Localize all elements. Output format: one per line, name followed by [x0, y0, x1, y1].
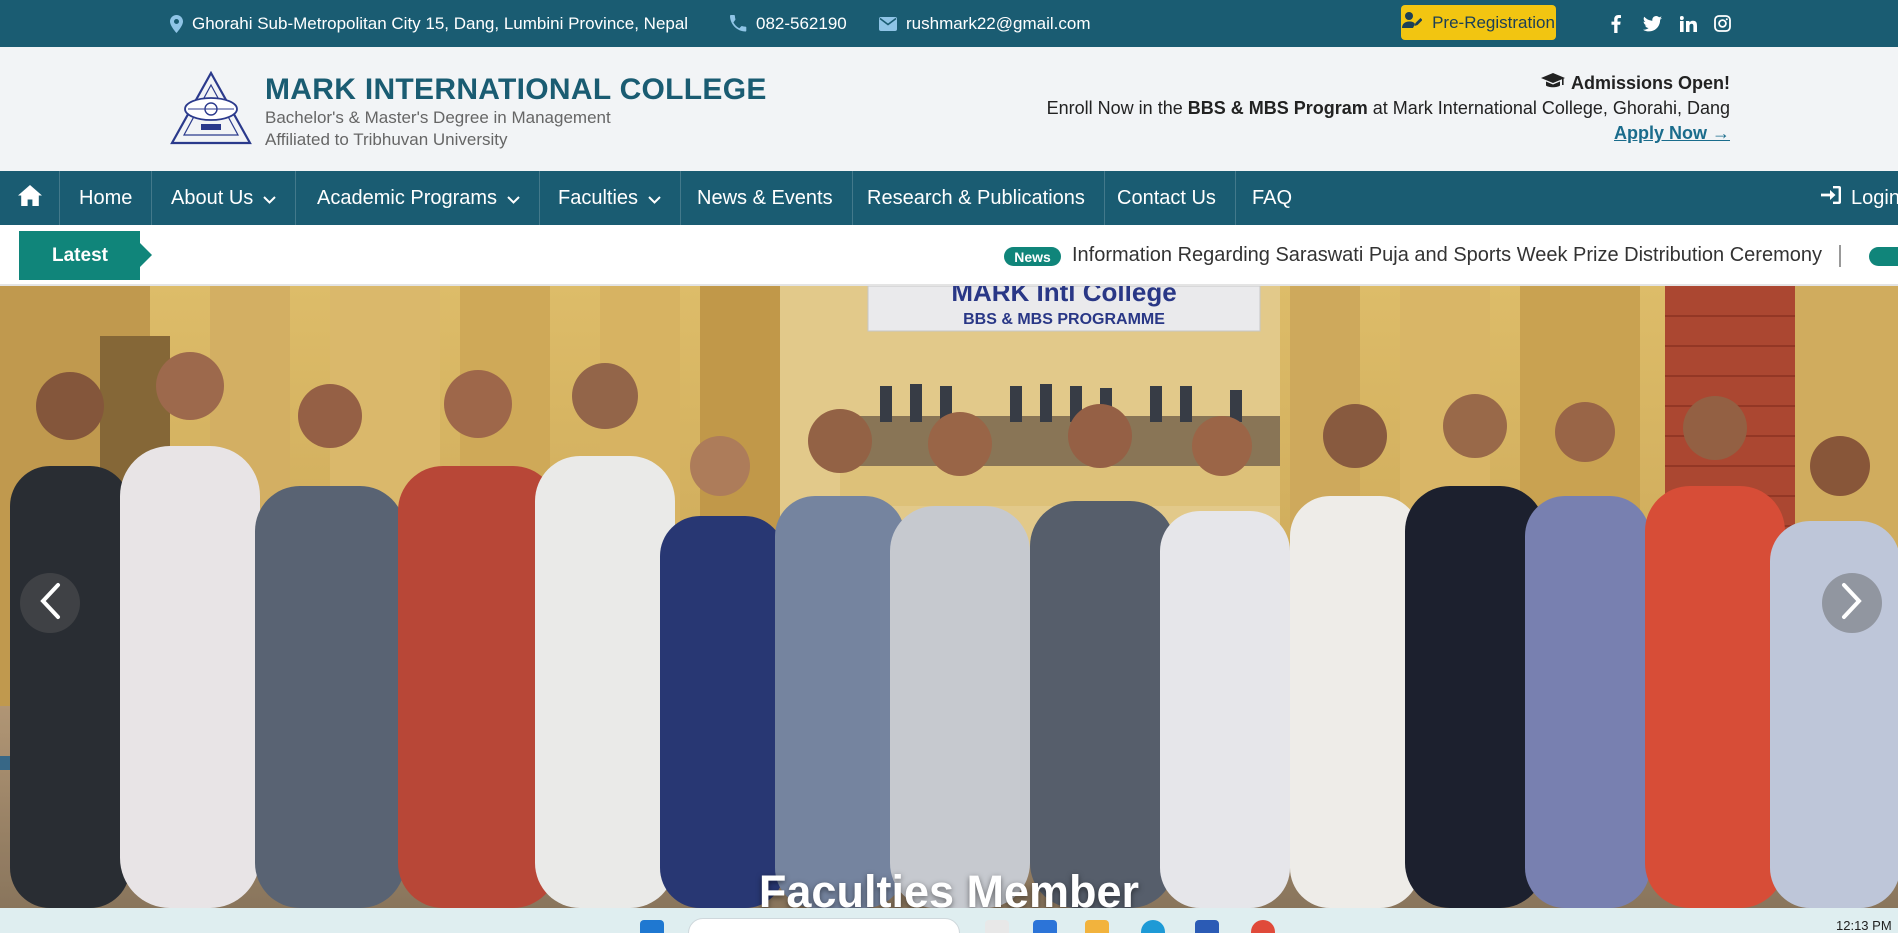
nav-item-about-us[interactable]: About Us: [152, 171, 297, 225]
system-clock[interactable]: 12:13 PM: [1836, 918, 1892, 933]
linkedin-icon[interactable]: [1677, 0, 1699, 47]
latest-label: Latest: [19, 231, 152, 280]
phone-text: 082-562190: [756, 13, 847, 33]
enroll-line: Enroll Now in the BBS & MBS Program at M…: [1047, 98, 1730, 119]
admissions-title: Admissions Open!: [1540, 73, 1730, 94]
nav-item-label: Contact Us: [1117, 186, 1216, 209]
tagline-degrees: Bachelor's & Master's Degree in Manageme…: [265, 108, 611, 127]
enroll-suffix: at Mark International College, Ghorahi, …: [1372, 98, 1730, 118]
edge-browser-icon[interactable]: [1141, 920, 1165, 933]
taskbar-search-box[interactable]: [688, 918, 960, 933]
news-ticker: Latest News Information Regarding Sarasw…: [0, 225, 1898, 286]
ticker-headline[interactable]: Information Regarding Saraswati Puja and…: [1072, 225, 1822, 284]
login-button[interactable]: Login: [1821, 171, 1898, 225]
college-logo[interactable]: [170, 70, 252, 147]
nav-item-home[interactable]: Home: [60, 171, 153, 225]
store-icon[interactable]: [1195, 920, 1219, 933]
chevron-down-icon: [648, 187, 661, 210]
nav-item-research-publications[interactable]: Research & Publications: [848, 171, 1105, 225]
login-label: Login: [1851, 186, 1898, 209]
windows-start-icon[interactable]: [640, 920, 664, 933]
enroll-prefix: Enroll Now in the: [1046, 98, 1183, 118]
nav-item-label: Academic Programs: [317, 186, 498, 209]
task-view-icon[interactable]: [985, 920, 1009, 933]
widgets-icon[interactable]: [1033, 920, 1057, 933]
os-taskbar: 12:13 PM: [0, 908, 1898, 933]
news-badge: News: [1004, 247, 1061, 266]
tagline-affiliation: Affiliated to Tribhuvan University: [265, 130, 508, 149]
user-edit-icon: [1402, 12, 1423, 33]
nav-item-label: Faculties: [558, 186, 639, 209]
apply-now-link[interactable]: Apply Now →: [1614, 123, 1730, 144]
nav-item-label: News & Events: [697, 186, 833, 209]
nav-item-faq[interactable]: FAQ: [1233, 171, 1311, 225]
nav-item-contact-us[interactable]: Contact Us: [1098, 171, 1236, 225]
nav-item-academic-programs[interactable]: Academic Programs: [298, 171, 541, 225]
twitter-icon[interactable]: [1641, 0, 1663, 47]
file-explorer-icon[interactable]: [1085, 920, 1109, 933]
sign-in-icon: [1821, 186, 1841, 210]
nav-item-news-events[interactable]: News & Events: [678, 171, 853, 225]
home-icon-button[interactable]: [0, 171, 60, 225]
chevron-left-icon: [39, 582, 61, 625]
chevron-right-icon: [1841, 582, 1863, 625]
main-navigation: Home About Us Academic Programs Facultie…: [0, 171, 1898, 225]
carousel-prev-button[interactable]: [20, 573, 80, 633]
pre-registration-button[interactable]: Pre-Registration: [1401, 5, 1556, 40]
home-icon: [17, 184, 42, 212]
college-name[interactable]: MARK INTERNATIONAL COLLEGE: [265, 73, 767, 107]
phone-item[interactable]: 082-562190: [730, 0, 847, 47]
admissions-title-text: Admissions Open!: [1570, 73, 1730, 93]
pre-registration-label: Pre-Registration: [1432, 12, 1555, 32]
slide-caption: Faculties Member: [758, 866, 1140, 908]
address-item: Ghorahi Sub-Metropolitan City 15, Dang, …: [170, 0, 688, 47]
hero-photo: MARK Intl College BBS & MBS PROGRAMME: [0, 286, 1898, 908]
nav-item-label: Home: [79, 186, 133, 209]
nav-item-faculties[interactable]: Faculties: [539, 171, 682, 225]
instagram-icon[interactable]: [1711, 0, 1733, 47]
facebook-icon[interactable]: [1605, 0, 1627, 47]
email-item[interactable]: rushmark22@gmail.com: [879, 0, 1090, 47]
site-header: MARK INTERNATIONAL COLLEGE Bachelor's & …: [0, 47, 1898, 171]
chevron-down-icon: [263, 187, 276, 210]
hero-slider: MARK Intl College BBS & MBS PROGRAMME: [0, 286, 1898, 908]
location-pin-icon: [170, 14, 183, 33]
email-text: rushmark22@gmail.com: [906, 13, 1091, 33]
top-contact-bar: Ghorahi Sub-Metropolitan City 15, Dang, …: [0, 0, 1898, 47]
ticker-separator: [1839, 245, 1841, 267]
address-text: Ghorahi Sub-Metropolitan City 15, Dang, …: [192, 13, 689, 33]
chevron-down-icon: [507, 187, 520, 210]
chrome-browser-icon[interactable]: [1251, 920, 1275, 933]
envelope-icon: [879, 16, 897, 31]
graduation-cap-icon: [1540, 73, 1565, 94]
nav-item-label: Research & Publications: [867, 186, 1085, 209]
nav-item-label: About Us: [171, 186, 254, 209]
nav-item-label: FAQ: [1252, 186, 1293, 209]
next-news-badge: [1869, 247, 1898, 266]
carousel-next-button[interactable]: [1822, 573, 1882, 633]
phone-icon: [730, 15, 747, 32]
enroll-program: BBS & MBS Program: [1187, 98, 1368, 118]
